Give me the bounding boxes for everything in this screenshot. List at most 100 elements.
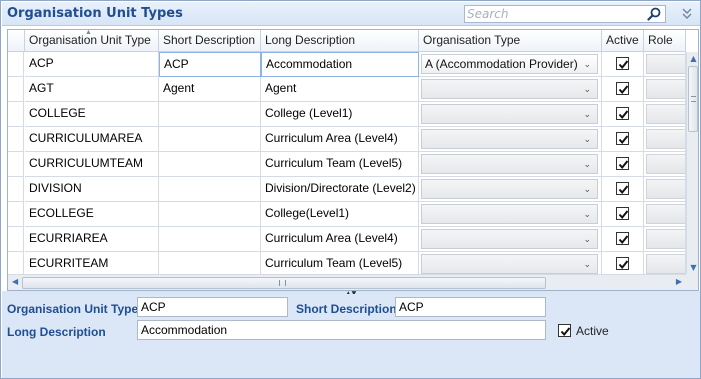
row-selector[interactable] bbox=[8, 52, 24, 77]
unit-type-cell[interactable]: CURRICULUMTEAM bbox=[25, 152, 159, 177]
table-row[interactable]: ACP ACP Accommodation A (Accommodation Prov… bbox=[8, 52, 686, 77]
organisation-type-dropdown[interactable]: ⌄ bbox=[421, 254, 598, 274]
role-button[interactable] bbox=[646, 204, 685, 224]
unit-type-cell[interactable]: AGT bbox=[25, 77, 159, 102]
row-selector[interactable] bbox=[8, 102, 24, 127]
chevron-down-icon[interactable]: ⌄ bbox=[583, 255, 591, 273]
short-description-field[interactable]: ACP bbox=[395, 297, 546, 317]
short-description-cell[interactable] bbox=[159, 152, 261, 177]
column-header-unit-type[interactable]: ▲ Organisation Unit Type bbox=[25, 30, 159, 52]
active-cell[interactable] bbox=[602, 102, 644, 127]
unit-type-cell[interactable]: DIVISION bbox=[25, 177, 159, 202]
short-description-cell[interactable] bbox=[159, 102, 261, 127]
search-box[interactable] bbox=[464, 5, 666, 23]
short-description-cell[interactable] bbox=[159, 202, 261, 227]
active-checkbox[interactable] bbox=[616, 232, 629, 245]
active-checkbox[interactable] bbox=[616, 57, 629, 70]
role-cell[interactable] bbox=[644, 102, 686, 127]
short-description-cell[interactable]: ACP bbox=[159, 52, 261, 77]
unit-type-field[interactable]: ACP bbox=[137, 297, 288, 317]
role-button[interactable] bbox=[646, 54, 685, 74]
organisation-type-dropdown[interactable]: ⌄ bbox=[421, 79, 598, 99]
unit-type-cell[interactable]: ACP bbox=[25, 52, 159, 77]
scroll-up-icon[interactable]: ▲ bbox=[689, 54, 698, 63]
long-description-cell[interactable]: Agent bbox=[261, 77, 419, 102]
scroll-left-icon[interactable]: ◀ bbox=[12, 277, 18, 286]
column-header-short-description[interactable]: Short Description bbox=[159, 30, 261, 52]
double-chevron-down-icon[interactable] bbox=[680, 6, 694, 22]
scroll-right-icon[interactable]: ▶ bbox=[676, 277, 682, 286]
column-header-role[interactable]: Role bbox=[644, 30, 686, 52]
long-description-cell[interactable]: Division/Directorate (Level2) bbox=[261, 177, 419, 202]
active-checkbox[interactable] bbox=[616, 82, 629, 95]
chevron-down-icon[interactable]: ⌄ bbox=[583, 105, 591, 123]
long-description-cell[interactable]: Curriculum Area (Level4) bbox=[261, 127, 419, 152]
table-row[interactable]: COLLEGE College (Level1) ⌄ bbox=[8, 102, 686, 127]
long-description-cell[interactable]: College(Level1) bbox=[261, 202, 419, 227]
chevron-down-icon[interactable]: ⌄ bbox=[583, 55, 591, 73]
organisation-type-dropdown[interactable]: A (Accommodation Provider) ⌄ bbox=[421, 54, 598, 74]
organisation-type-dropdown[interactable]: ⌄ bbox=[421, 179, 598, 199]
role-button[interactable] bbox=[646, 254, 685, 274]
organisation-type-dropdown[interactable]: ⌄ bbox=[421, 229, 598, 249]
role-button[interactable] bbox=[646, 229, 685, 249]
organisation-type-cell[interactable]: A (Accommodation Provider) ⌄ bbox=[419, 52, 602, 77]
chevron-down-icon[interactable]: ⌄ bbox=[583, 130, 591, 148]
role-button[interactable] bbox=[646, 79, 685, 99]
role-cell[interactable] bbox=[644, 152, 686, 177]
organisation-type-cell[interactable]: ⌄ bbox=[419, 152, 602, 177]
active-cell[interactable] bbox=[602, 177, 644, 202]
table-row[interactable]: AGT Agent Agent ⌄ bbox=[8, 77, 686, 102]
organisation-type-dropdown[interactable]: ⌄ bbox=[421, 204, 598, 224]
chevron-down-icon[interactable]: ⌄ bbox=[583, 205, 591, 223]
active-cell[interactable] bbox=[602, 152, 644, 177]
organisation-type-cell[interactable]: ⌄ bbox=[419, 227, 602, 252]
vertical-scroll-thumb[interactable] bbox=[688, 66, 698, 132]
long-description-cell[interactable]: Curriculum Team (Level5) bbox=[261, 152, 419, 177]
short-description-cell[interactable] bbox=[159, 227, 261, 252]
active-cell[interactable] bbox=[602, 52, 644, 77]
active-checkbox[interactable] bbox=[616, 132, 629, 145]
role-cell[interactable] bbox=[644, 127, 686, 152]
row-selector[interactable] bbox=[8, 127, 24, 152]
scroll-down-icon[interactable]: ▼ bbox=[689, 263, 698, 272]
active-cell[interactable] bbox=[602, 127, 644, 152]
unit-type-cell[interactable]: ECOLLEGE bbox=[25, 202, 159, 227]
role-button[interactable] bbox=[646, 104, 685, 124]
active-cell[interactable] bbox=[602, 202, 644, 227]
row-selector[interactable] bbox=[8, 202, 24, 227]
chevron-down-icon[interactable]: ⌄ bbox=[583, 180, 591, 198]
column-header-long-description[interactable]: Long Description bbox=[261, 30, 419, 52]
active-checkbox[interactable] bbox=[616, 207, 629, 220]
organisation-type-cell[interactable]: ⌄ bbox=[419, 202, 602, 227]
column-header-active[interactable]: Active bbox=[602, 30, 644, 52]
chevron-down-icon[interactable]: ⌄ bbox=[583, 80, 591, 98]
organisation-type-cell[interactable]: ⌄ bbox=[419, 102, 602, 127]
search-input[interactable] bbox=[467, 6, 645, 22]
organisation-type-dropdown[interactable]: ⌄ bbox=[421, 154, 598, 174]
active-checkbox[interactable] bbox=[616, 182, 629, 195]
active-checkbox[interactable] bbox=[616, 107, 629, 120]
organisation-type-cell[interactable]: ⌄ bbox=[419, 127, 602, 152]
long-description-cell[interactable]: Accommodation bbox=[261, 52, 419, 77]
row-selector[interactable] bbox=[8, 152, 24, 177]
active-cell[interactable] bbox=[602, 227, 644, 252]
short-description-cell[interactable]: Agent bbox=[159, 77, 261, 102]
active-checkbox[interactable] bbox=[558, 324, 571, 337]
organisation-type-dropdown[interactable]: ⌄ bbox=[421, 104, 598, 124]
chevron-down-icon[interactable]: ⌄ bbox=[583, 230, 591, 248]
table-row[interactable]: CURRICULUMAREA Curriculum Area (Level4) ⌄ bbox=[8, 127, 686, 152]
role-button[interactable] bbox=[646, 129, 685, 149]
long-description-field[interactable]: Accommodation bbox=[137, 320, 546, 340]
horizontal-scroll-thumb[interactable] bbox=[22, 277, 546, 289]
row-selector[interactable] bbox=[8, 77, 24, 102]
table-row[interactable]: ECURRIAREA Curriculum Area (Level4) ⌄ bbox=[8, 227, 686, 252]
role-cell[interactable] bbox=[644, 227, 686, 252]
role-cell[interactable] bbox=[644, 77, 686, 102]
table-row[interactable]: ECOLLEGE College(Level1) ⌄ bbox=[8, 202, 686, 227]
active-checkbox[interactable] bbox=[616, 157, 629, 170]
unit-type-cell[interactable]: CURRICULUMAREA bbox=[25, 127, 159, 152]
role-button[interactable] bbox=[646, 154, 685, 174]
horizontal-scrollbar[interactable]: ◀ ▶ bbox=[8, 274, 686, 290]
table-row[interactable]: DIVISION Division/Directorate (Level2) ⌄ bbox=[8, 177, 686, 202]
